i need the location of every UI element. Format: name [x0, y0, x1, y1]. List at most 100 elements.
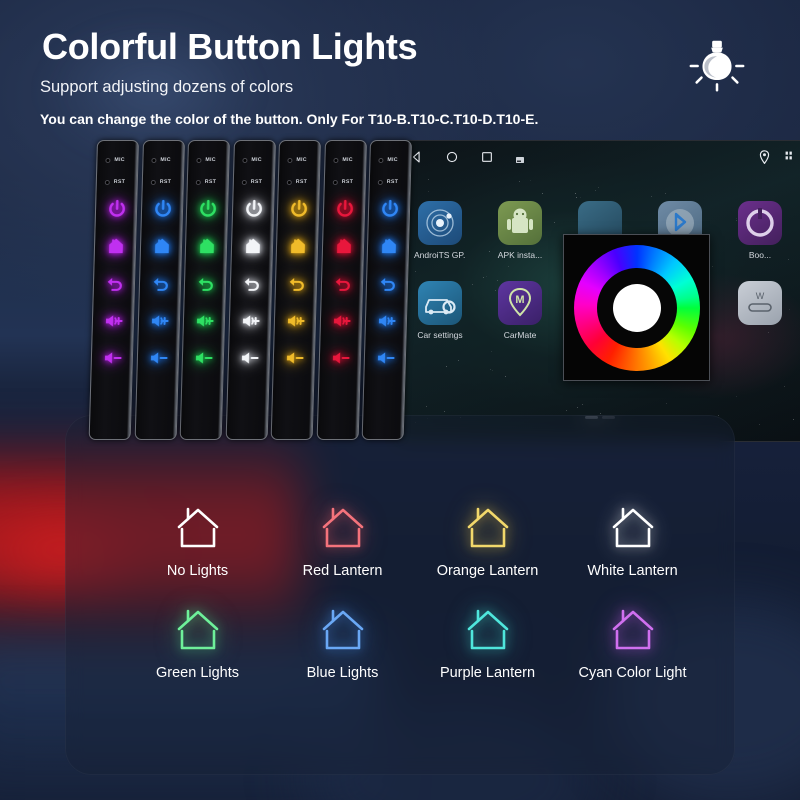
app-boot[interactable]: Boo...: [734, 201, 786, 260]
widget-icon[interactable]: W: [738, 281, 782, 325]
gps-icon[interactable]: [418, 201, 462, 245]
home-icon[interactable]: [242, 236, 263, 256]
volume-down-icon[interactable]: [103, 348, 124, 368]
power-icon[interactable]: [334, 199, 355, 219]
color-picker-wheel[interactable]: [563, 234, 710, 381]
back-icon[interactable]: [196, 273, 217, 293]
home-icon[interactable]: [197, 236, 218, 256]
swatch-label: Red Lantern: [302, 563, 383, 579]
home-icon[interactable]: [288, 236, 309, 256]
house-lantern-icon: [460, 607, 516, 655]
volume-down-icon[interactable]: [330, 348, 351, 368]
location-pin-icon: [759, 150, 770, 165]
volume-down-icon[interactable]: [148, 348, 169, 368]
volume-up-icon[interactable]: [104, 311, 125, 331]
app-gps[interactable]: AndroiTS GP...: [414, 201, 466, 260]
reset-label: RST: [295, 179, 308, 185]
mic-hole: [378, 158, 384, 163]
swatch-blue-lights[interactable]: Blue Lights: [270, 607, 415, 681]
back-icon[interactable]: [150, 273, 171, 293]
reset-hole[interactable]: [377, 180, 383, 185]
mic-label: MIC: [159, 157, 171, 163]
swatch-purple-lantern[interactable]: Purple Lantern: [415, 607, 560, 681]
orange-button-panel: MIC RST: [270, 140, 321, 440]
mic-hole: [105, 158, 111, 163]
swatch-white-lantern[interactable]: White Lantern: [560, 505, 705, 579]
back-icon[interactable]: [241, 273, 262, 293]
nav-recents-icon[interactable]: [480, 150, 494, 164]
volume-up-icon[interactable]: [286, 311, 307, 331]
power-icon[interactable]: [198, 199, 219, 219]
house-lantern-icon: [170, 607, 226, 655]
app-carmate[interactable]: M CarMate: [494, 281, 546, 340]
power-icon[interactable]: [152, 199, 173, 219]
app-car-settings[interactable]: Car settings: [414, 281, 466, 340]
power-icon[interactable]: [380, 199, 401, 219]
back-icon[interactable]: [105, 273, 126, 293]
power-icon[interactable]: [289, 199, 310, 219]
swatch-no-lights[interactable]: No Lights: [125, 505, 270, 579]
swatch-red-lantern[interactable]: Red Lantern: [270, 505, 415, 579]
reset-hole[interactable]: [104, 180, 110, 185]
signal-icon: [784, 150, 795, 163]
carmate-icon[interactable]: M: [498, 281, 542, 325]
car-settings-icon[interactable]: [418, 281, 462, 325]
swatch-green-lights[interactable]: Green Lights: [125, 607, 270, 681]
nav-home-icon[interactable]: [445, 150, 459, 164]
swatch-cyan-color-light[interactable]: Cyan Color Light: [560, 607, 705, 681]
home-icon[interactable]: [379, 236, 400, 256]
volume-down-icon[interactable]: [285, 348, 306, 368]
volume-up-icon[interactable]: [331, 311, 352, 331]
reset-label: RST: [204, 179, 217, 185]
reset-hole[interactable]: [195, 180, 201, 185]
app-label: AndroiTS GP...: [414, 250, 466, 260]
home-icon[interactable]: [333, 236, 354, 256]
nav-screenshot-icon[interactable]: [515, 152, 525, 163]
reset-hole[interactable]: [332, 180, 338, 185]
reset-label: RST: [250, 179, 262, 185]
nav-back-icon[interactable]: [410, 150, 424, 164]
power-icon[interactable]: [243, 199, 264, 219]
volume-up-icon[interactable]: [195, 311, 216, 331]
white-button-panel: MIC RST: [225, 140, 276, 440]
volume-down-icon[interactable]: [194, 348, 215, 368]
mic-label: MIC: [250, 157, 262, 163]
volume-down-icon[interactable]: [376, 348, 397, 368]
app-android[interactable]: APK insta...: [494, 201, 546, 260]
mic-label: MIC: [114, 157, 125, 163]
boot-icon[interactable]: [738, 201, 782, 245]
swatch-label: Cyan Color Light: [578, 665, 687, 681]
app-label: Boo...: [748, 250, 772, 260]
reset-label: RST: [386, 179, 399, 185]
swatch-label: Purple Lantern: [439, 665, 536, 681]
mic-hole: [287, 158, 293, 163]
blue-button-panel-2: MIC RST: [361, 140, 412, 440]
mic-label: MIC: [205, 157, 216, 163]
volume-up-icon[interactable]: [377, 311, 398, 331]
reset-hole[interactable]: [241, 180, 247, 185]
color-wheel-center[interactable]: [612, 283, 661, 332]
back-icon[interactable]: [332, 273, 353, 293]
home-icon[interactable]: [106, 236, 127, 256]
android-icon[interactable]: [498, 201, 542, 245]
app-widget[interactable]: W: [734, 281, 786, 330]
svg-text:W: W: [756, 291, 765, 301]
back-icon[interactable]: [287, 273, 308, 293]
back-icon[interactable]: [378, 273, 399, 293]
mic-hole: [196, 158, 202, 163]
blue-button-panel: MIC RST: [134, 140, 185, 440]
compatibility-note: You can change the color of the button. …: [40, 111, 539, 127]
power-icon[interactable]: [107, 199, 128, 219]
volume-up-icon[interactable]: [149, 311, 170, 331]
home-icon[interactable]: [151, 236, 172, 256]
swatch-orange-lantern[interactable]: Orange Lantern: [415, 505, 560, 579]
purple-button-panel: MIC RST: [88, 140, 139, 440]
color-wheel-ring[interactable]: [573, 244, 700, 371]
volume-down-icon[interactable]: [239, 348, 260, 368]
volume-up-icon[interactable]: [240, 311, 261, 331]
reset-hole[interactable]: [286, 180, 292, 185]
page-title: Colorful Button Lights: [42, 26, 418, 67]
swatch-label: Blue Lights: [306, 665, 379, 681]
mic-hole: [332, 158, 338, 163]
reset-hole[interactable]: [150, 180, 156, 185]
